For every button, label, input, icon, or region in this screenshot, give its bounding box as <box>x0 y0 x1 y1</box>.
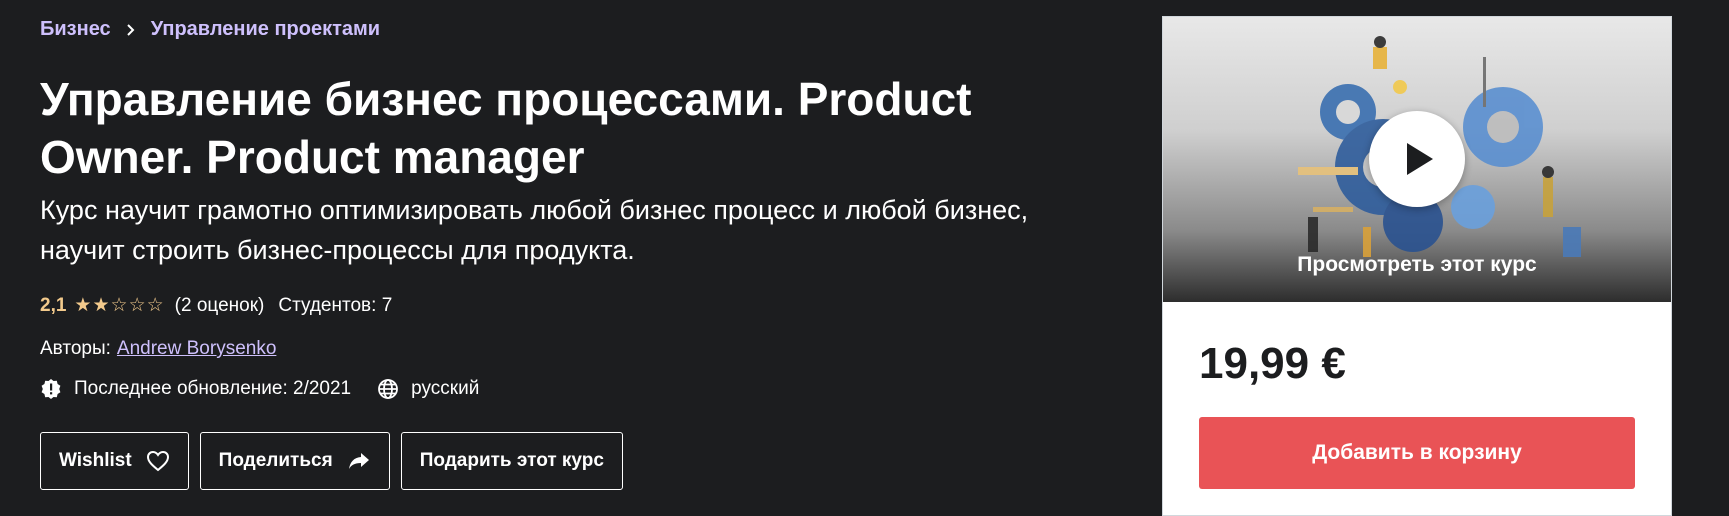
last-update-text: Последнее обновление: 2/2021 <box>74 378 352 399</box>
wishlist-button[interactable]: Wishlist <box>40 432 189 490</box>
breadcrumb-item-project-management[interactable]: Управление проектами <box>151 18 380 41</box>
author-link[interactable]: Andrew Borysenko <box>117 338 276 359</box>
authors-row: Авторы: Andrew Borysenko <box>40 338 276 360</box>
gift-label: Подарить этот курс <box>419 450 604 471</box>
purchase-card: Просмотреть этот курс 19,99 € Добавить в… <box>1162 16 1672 516</box>
students-count: Студентов: 7 <box>278 294 393 316</box>
rating-value: 2,1 <box>40 294 67 316</box>
star-filled-icon: ★ <box>74 295 93 316</box>
course-subtitle: Курс научит грамотно оптимизировать любо… <box>40 195 1029 265</box>
preview-label: Просмотреть этот курс <box>1297 253 1537 276</box>
chevron-right-icon <box>125 23 137 37</box>
share-label: Поделиться <box>218 450 333 471</box>
add-to-cart-button[interactable]: Добавить в корзину <box>1199 417 1635 489</box>
globe-icon <box>377 378 399 400</box>
breadcrumb-item-business[interactable]: Бизнес <box>40 18 111 41</box>
breadcrumb: Бизнес Управление проектами <box>40 18 380 41</box>
gift-course-button[interactable]: Подарить этот курс <box>400 432 623 490</box>
share-arrow-icon <box>347 451 371 471</box>
course-preview[interactable]: Просмотреть этот курс <box>1163 17 1671 302</box>
course-title: Управление бизнес процессами. Product Ow… <box>40 73 972 183</box>
heart-icon <box>146 450 170 472</box>
language-text: русский <box>411 378 480 399</box>
star-filled-icon: ★ <box>92 295 111 316</box>
rating-count[interactable]: (2 оценок) <box>175 295 265 317</box>
star-empty-icon: ☆ <box>146 295 165 316</box>
rating-row: 2,1 ★ ★ ☆ ☆ ☆ (2 оценок) Студентов: 7 <box>40 294 392 317</box>
authors-label: Авторы: <box>40 338 111 359</box>
meta-row: Последнее обновление: 2/2021 русский <box>40 378 479 400</box>
star-empty-icon: ☆ <box>110 295 129 316</box>
alert-badge-icon <box>40 378 62 400</box>
star-empty-icon: ☆ <box>128 295 147 316</box>
play-icon[interactable] <box>1369 111 1465 207</box>
wishlist-label: Wishlist <box>59 450 132 471</box>
share-button[interactable]: Поделиться <box>199 432 390 490</box>
action-buttons: Wishlist Поделиться Подарить этот курс <box>40 432 634 490</box>
rating-stars: ★ ★ ☆ ☆ ☆ <box>74 294 164 317</box>
course-price: 19,99 € <box>1199 339 1346 388</box>
